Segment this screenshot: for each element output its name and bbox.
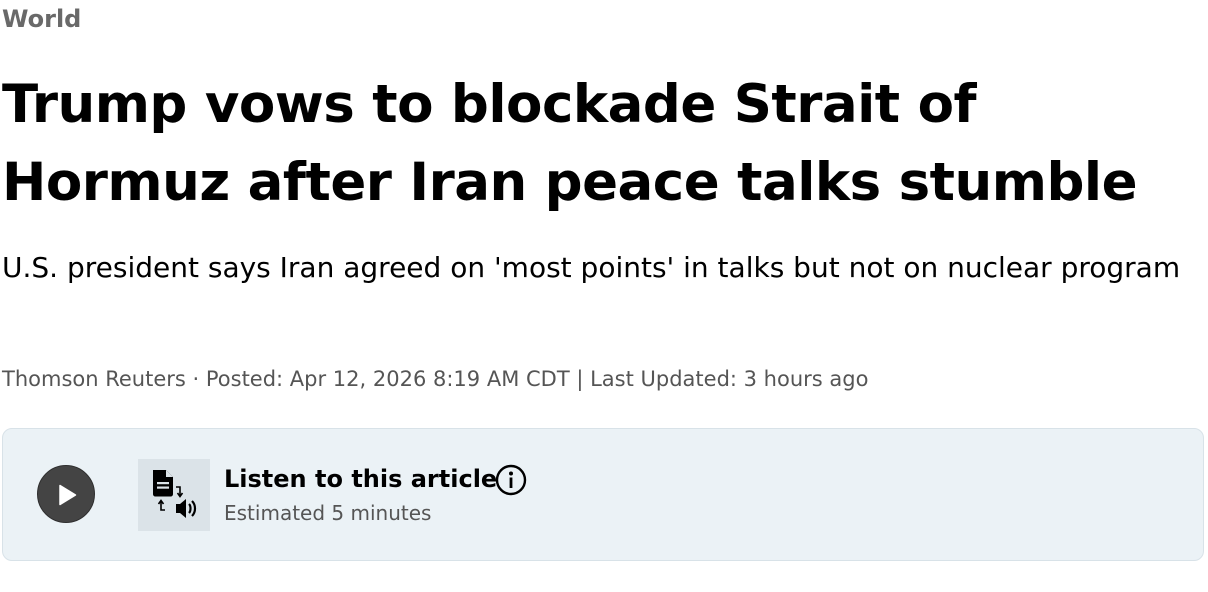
play-icon xyxy=(59,484,77,506)
byline-author: Thomson Reuters xyxy=(2,367,186,391)
listen-title: Listen to this article xyxy=(224,465,498,493)
byline-updated-time: Last Updated: 3 hours ago xyxy=(590,367,869,391)
audio-player: Listen to this article Estimated 5 minut… xyxy=(2,428,1204,561)
byline-posted-date: Posted: Apr 12, 2026 8:19 AM CDT xyxy=(205,367,570,391)
section-link-world[interactable]: World xyxy=(2,3,81,35)
info-icon[interactable] xyxy=(495,464,527,496)
byline: Thomson Reuters · Posted: Apr 12, 2026 8… xyxy=(2,364,868,394)
article-deck: U.S. president says Iran agreed on 'most… xyxy=(2,251,1181,284)
headline: Trump vows to blockade Strait of Hormuz … xyxy=(2,74,1138,213)
listen-duration: Estimated 5 minutes xyxy=(224,501,432,525)
text-to-speech-icon xyxy=(138,459,210,531)
play-button[interactable] xyxy=(37,465,95,523)
byline-divider: | xyxy=(569,367,591,391)
byline-separator: · xyxy=(185,367,206,391)
